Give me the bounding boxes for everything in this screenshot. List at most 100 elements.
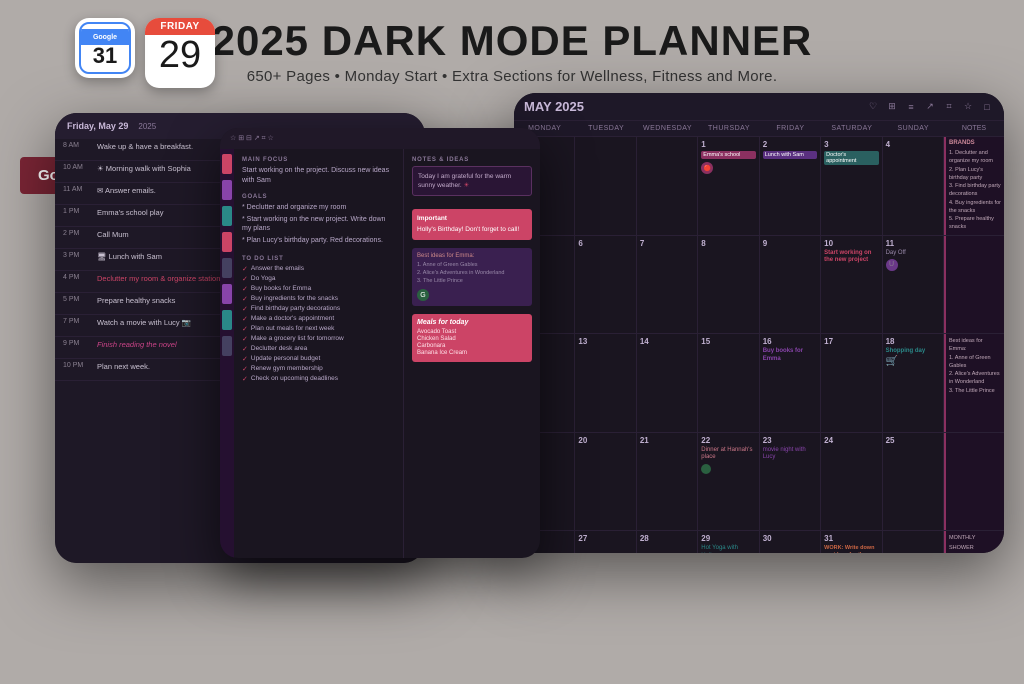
book-ideas-list: 1. Anne of Green Gables 2. Alice's Adven… (417, 261, 527, 286)
mid-header-icons: ☆ ⊞ ⊟ ↗ ⌗ ☆ (230, 134, 274, 143)
important-note: Important Holly's Birthday! Don't forget… (412, 209, 532, 239)
event-work: WORK: Write down my ideas for the meetin… (824, 545, 878, 553)
google-cal-number: 31 (93, 45, 117, 67)
tab-1[interactable] (222, 154, 232, 174)
meal-1: Avocado Toast (417, 329, 527, 335)
todo-2: ✓Do Yoga (242, 275, 395, 283)
middle-header: ☆ ⊞ ⊟ ↗ ⌗ ☆ (220, 128, 540, 149)
cell-may2: 2 Lunch with Sam (760, 137, 821, 235)
tab-8[interactable] (222, 336, 232, 356)
cell-may3: 3 Doctor's appointment (821, 137, 882, 235)
cell-may22: 22 Dinner at Hannah's place (698, 433, 759, 531)
google-cal-month: Google (93, 34, 117, 41)
cell-jun1 (883, 531, 944, 553)
planner-title: Friday, May 29 (67, 121, 128, 131)
notes-text-3: Best ideas for Emma: 1. Anne of Green Ga… (949, 337, 1001, 395)
notes-text-box: Today I am grateful for the warm sunny w… (412, 166, 532, 196)
sun-icon: ☀ (464, 182, 470, 189)
star-icon[interactable]: ☆ (961, 100, 975, 114)
todo-6: ✓Make a doctor's appointment (242, 315, 395, 323)
book-ideas-note: Best ideas for Emma: 1. Anne of Green Ga… (412, 248, 532, 307)
right-tablet: MAY 2025 ♡ ⊞ ≡ ↗ ⌗ ☆ □ MONDAY TUESDAY (514, 93, 1004, 553)
cell-may17: 17 (821, 334, 882, 432)
heart-icon[interactable]: ♡ (866, 100, 880, 114)
meal-3: Carbonara (417, 343, 527, 349)
sidebar-tabs (220, 149, 234, 558)
middle-left-panel: MAIN FOCUS Start working on the project.… (234, 149, 404, 558)
notes-section: NOTES & IDEAS Today I am grateful for th… (412, 157, 532, 201)
event-doctor: Doctor's appointment (824, 151, 878, 165)
cell-may25: 25 (883, 433, 944, 531)
event-dot-2: U (886, 259, 898, 271)
days-header: MONDAY TUESDAY WEDNESDAY THURSDAY FRIDAY… (514, 121, 1004, 137)
book-dot: G (417, 289, 429, 301)
apple-cal-day: Friday (145, 18, 215, 35)
day-thursday: THURSDAY (698, 121, 759, 136)
event-dinner: Dinner at Hannah's place (701, 447, 755, 463)
day-wednesday: WEDNESDAY (637, 121, 698, 136)
planner-subtitle: 2025 (138, 122, 156, 131)
notes-text-1: 1. Declutter and organize my room 2. Pla… (949, 149, 1001, 232)
event-day-off: Day Off (886, 250, 940, 256)
cell-may30: 30 (760, 531, 821, 553)
settings-icon[interactable]: □ (980, 100, 994, 114)
cell-may1: 1 Emma's school 🔴 (698, 137, 759, 235)
link-icon[interactable]: ⌗ (942, 100, 956, 114)
notes-col-1: BRANDS 1. Declutter and organize my room… (944, 137, 1004, 235)
todo-section: TO DO LIST ✓Answer the emails ✓Do Yoga ✓… (242, 256, 395, 385)
todo-1: ✓Answer the emails (242, 265, 395, 273)
event-yoga: Hot Yoga with Hailey (701, 545, 755, 553)
event-dot: 🔴 (701, 162, 713, 174)
todo-4: ✓Buy ingredients for the snacks (242, 295, 395, 303)
todo-9: ✓Declutter desk area (242, 345, 395, 353)
meal-4: Banana Ice Cream (417, 350, 527, 356)
event-new-project: Start working on the new project (824, 250, 878, 266)
book-ideas-title: Best ideas for Emma: (417, 253, 527, 259)
cell-may4: 4 (883, 137, 944, 235)
cell-empty3 (637, 137, 698, 235)
main-focus-label: MAIN FOCUS (242, 157, 395, 163)
week-1: 1 Emma's school 🔴 2 Lunch with Sam 3 Doc… (514, 137, 1004, 236)
main-focus-section: MAIN FOCUS Start working on the project.… (242, 157, 395, 186)
grid-icon[interactable]: ⊞ (885, 100, 899, 114)
meals-section: Meals for today Avocado Toast Chicken Sa… (412, 314, 532, 362)
cell-may6: 6 (575, 236, 636, 334)
cell-may11: 11 Day Off U (883, 236, 944, 334)
important-text: Holly's Birthday! Don't forget to call! (417, 225, 527, 234)
cell-empty2 (575, 137, 636, 235)
week-2: 5 6 7 8 9 10 Start working on the new pr… (514, 236, 1004, 335)
todo-12: ✓Check on upcoming deadlines (242, 375, 395, 383)
tab-6[interactable] (222, 284, 232, 304)
shopping-icon: 🛒 (886, 356, 940, 367)
cell-may24: 24 (821, 433, 882, 531)
event-shopping: Shopping day (886, 348, 940, 354)
week-3: 12 13 14 15 16 Buy books for Emma 17 18 … (514, 334, 1004, 433)
cell-may31: 31 WORK: Write down my ideas for the mee… (821, 531, 882, 553)
day-sunday: SUNDAY (883, 121, 944, 136)
event-dot-dinner (701, 464, 711, 474)
calendar-grid: 1 Emma's school 🔴 2 Lunch with Sam 3 Doc… (514, 137, 1004, 553)
cell-may9: 9 (760, 236, 821, 334)
notes-col-4 (944, 433, 1004, 531)
tab-4[interactable] (222, 232, 232, 252)
goals-label: GOALS (242, 194, 395, 200)
cell-may27: 27 (575, 531, 636, 553)
middle-right-panel: NOTES & IDEAS Today I am grateful for th… (404, 149, 540, 558)
tab-2[interactable] (222, 180, 232, 200)
tab-7[interactable] (222, 310, 232, 330)
calendar-icons: Google 31 Friday 29 (75, 18, 215, 88)
chart-icon[interactable]: ↗ (923, 100, 937, 114)
tab-3[interactable] (222, 206, 232, 226)
calendar-header: MAY 2025 ♡ ⊞ ≡ ↗ ⌗ ☆ □ (514, 93, 1004, 121)
cell-may8: 8 (698, 236, 759, 334)
week-5: 26 27 28 29 Hot Yoga with Hailey G 30 31… (514, 531, 1004, 553)
event-movie: movie night with Lucy (763, 447, 817, 463)
meal-2: Chicken Salad (417, 336, 527, 342)
weekly-calendar: MAY 2025 ♡ ⊞ ≡ ↗ ⌗ ☆ □ MONDAY TUESDAY (514, 93, 1004, 553)
cell-may20: 20 (575, 433, 636, 531)
cell-may23: 23 movie night with Lucy (760, 433, 821, 531)
notes-label: NOTES & IDEAS (412, 157, 532, 163)
list-icon[interactable]: ≡ (904, 100, 918, 114)
notes-text-5: MONTHLY SHOWER MONTHLY REVIEW (949, 534, 1001, 553)
tab-5[interactable] (222, 258, 232, 278)
